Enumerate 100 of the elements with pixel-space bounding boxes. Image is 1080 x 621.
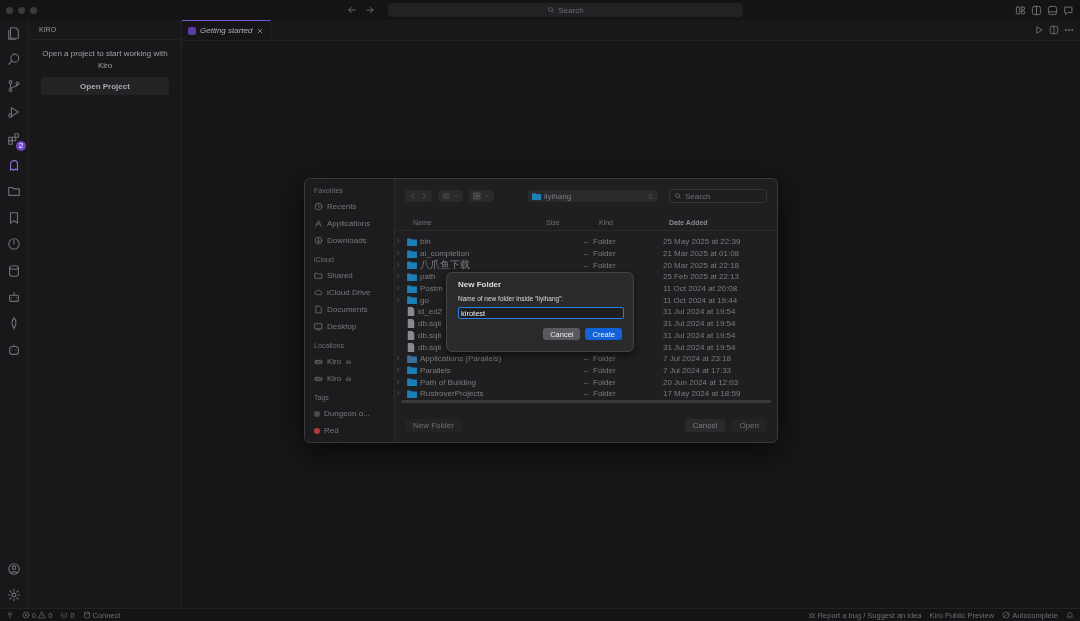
- back-icon: [347, 5, 357, 15]
- file-name[interactable]: Applications (Parallels): [420, 354, 502, 364]
- date-cell-text: 20 Mar 2025 at 22:18: [663, 260, 741, 270]
- ghost-icon: [7, 157, 21, 172]
- size-cell-text: --: [582, 237, 590, 247]
- chat-icon: [1063, 4, 1074, 16]
- grid-icon: [473, 192, 481, 200]
- panel-toggle-icon: [1047, 4, 1058, 16]
- file-name[interactable]: Path of Building: [420, 377, 477, 387]
- database-icon: [82, 611, 91, 619]
- file-name[interactable]: Parallels: [420, 365, 451, 375]
- files-icon: [7, 26, 21, 40]
- file-name[interactable]: db.sqli: [418, 342, 442, 352]
- file-name[interactable]: 八爪鱼下载: [420, 260, 470, 271]
- file-name[interactable]: bin: [420, 237, 431, 247]
- file-name[interactable]: path: [420, 272, 436, 282]
- file-name[interactable]: go: [420, 295, 429, 305]
- kind-cell-text: Folder: [593, 377, 617, 387]
- branch-icon: [7, 78, 21, 93]
- dialog-button[interactable]: Cancel: [684, 419, 726, 432]
- sidebar-place[interactable]: Recents: [327, 202, 357, 211]
- location-dropdown[interactable]: liyihang: [528, 190, 658, 202]
- list-view-button[interactable]: [438, 190, 463, 202]
- size-cell-text: --: [582, 365, 590, 375]
- date-cell-text: 11 Oct 2024 at 19:44: [663, 295, 739, 305]
- search-icon: [674, 192, 682, 200]
- sidebar-place[interactable]: iCloud Drive: [327, 288, 371, 297]
- remote-icon: [6, 611, 14, 619]
- file-name[interactable]: id_ed2: [418, 307, 443, 317]
- close-window-button[interactable]: [6, 6, 13, 14]
- minimize-window-button[interactable]: [18, 6, 25, 14]
- file-name[interactable]: db.sqli: [418, 319, 442, 329]
- date-cell-text: 31 Jul 2024 at 19:54: [663, 307, 737, 317]
- editor-tab[interactable]: Getting started: [182, 20, 272, 40]
- grid-view-button[interactable]: [469, 190, 494, 202]
- sidebar-place[interactable]: Documents: [327, 305, 368, 314]
- file-name[interactable]: Postm: [420, 284, 443, 294]
- folder-icon: [7, 184, 21, 199]
- warning-icon: [38, 611, 47, 619]
- kind-cell-text: Folder: [593, 365, 617, 375]
- kind-cell-text: Folder: [593, 389, 617, 399]
- sidebar-place[interactable]: Desktop: [327, 322, 357, 331]
- sidebar-place[interactable]: Kiro: [327, 374, 342, 383]
- account-icon: [7, 562, 21, 576]
- sidebar-message: Open a project to start working with Kiro: [41, 48, 169, 72]
- settings-icon: [7, 588, 21, 602]
- chevron-right-icon: [420, 192, 428, 200]
- search-icon: [7, 52, 21, 67]
- date-cell-text: 17 May 2024 at 18:59: [663, 389, 742, 399]
- folder-icon: [532, 192, 541, 200]
- run-icon: [1034, 25, 1044, 35]
- bookmark-icon: [7, 210, 21, 225]
- kind-cell-text: Folder: [593, 260, 617, 270]
- size-cell-text: --: [582, 389, 590, 399]
- file-name[interactable]: RustroverProjects: [420, 389, 484, 399]
- sidebar-toggle-icon: [1031, 4, 1042, 16]
- eject-icon: [345, 358, 353, 365]
- disabled-icon: [1002, 611, 1011, 619]
- bell-icon: [1066, 611, 1074, 619]
- date-cell-text: 21 Mar 2025 at 01:08: [663, 249, 741, 259]
- database-icon: [7, 263, 21, 278]
- error-icon: [22, 611, 30, 619]
- file-name[interactable]: db.sqli: [418, 330, 442, 340]
- robot-icon: [7, 289, 21, 304]
- file-name[interactable]: ai_completion: [420, 249, 470, 259]
- run-debug-icon: [7, 105, 21, 120]
- document-icon: [314, 305, 323, 314]
- zoom-window-button[interactable]: [30, 6, 37, 14]
- sidebar-place[interactable]: Red: [324, 426, 339, 435]
- clock-icon: [314, 202, 323, 211]
- sidebar-place[interactable]: Dungeon o...: [324, 409, 370, 418]
- shared-folder-icon: [314, 271, 323, 280]
- updown-icon: [647, 192, 654, 200]
- sidebar-place[interactable]: Kiro: [327, 357, 342, 366]
- back-forward-buttons[interactable]: [405, 190, 432, 202]
- sheet-title: New Folder: [458, 280, 502, 289]
- open-project-button[interactable]: Open Project: [41, 77, 169, 95]
- kind-cell-text: Folder: [593, 237, 617, 247]
- sidebar-place[interactable]: Shared: [327, 271, 353, 280]
- date-cell-text: 31 Jul 2024 at 19:54: [663, 319, 737, 329]
- desktop-icon: [314, 322, 323, 331]
- date-cell-text: 31 Jul 2024 at 19:54: [663, 330, 737, 340]
- size-cell-text: --: [582, 377, 590, 387]
- count-badge: 2: [16, 140, 26, 151]
- kind-cell-text: Folder: [593, 354, 617, 364]
- close-icon: [256, 26, 265, 35]
- date-cell-text: 25 May 2025 at 22:39: [663, 237, 742, 247]
- size-cell-text: --: [582, 260, 590, 270]
- date-cell-text: 11 Oct 2024 at 20:08: [663, 284, 739, 294]
- date-cell-text: 31 Jul 2024 at 19:54: [663, 342, 737, 352]
- search-field[interactable]: Search: [669, 189, 767, 203]
- sidebar-place[interactable]: Applications: [327, 219, 371, 228]
- sidebar-place[interactable]: Downloads: [327, 236, 367, 245]
- size-cell-text: --: [582, 354, 590, 364]
- antenna-icon: [60, 611, 69, 619]
- date-cell-text: 25 Feb 2025 at 22:13: [663, 272, 741, 282]
- download-icon: [314, 236, 323, 245]
- command-search-field[interactable]: Search: [388, 3, 743, 17]
- eject-icon: [345, 375, 353, 382]
- bot-icon: [7, 342, 21, 357]
